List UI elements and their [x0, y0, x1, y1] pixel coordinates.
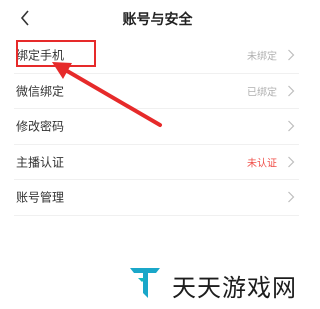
highlight-box	[16, 40, 96, 67]
watermark-text: 天天游戏网	[172, 274, 297, 302]
row-label: 修改密码	[16, 119, 65, 134]
chevron-right-icon	[288, 120, 295, 132]
row-label: 微信绑定	[16, 84, 65, 99]
chevron-right-icon	[288, 85, 295, 97]
status-text: 未绑定	[247, 51, 277, 63]
row-streamer-verification[interactable]: 主播认证 未认证	[14, 145, 299, 180]
watermark: 天天游戏网	[126, 262, 311, 302]
row-wechat-binding[interactable]: 微信绑定 已绑定	[14, 74, 299, 109]
page-title: 账号与安全	[122, 12, 193, 28]
top-bar: 账号与安全	[0, 0, 315, 38]
chevron-right-icon	[288, 156, 295, 168]
chevron-right-icon	[288, 191, 295, 203]
row-change-password[interactable]: 修改密码	[14, 109, 299, 145]
row-account-management[interactable]: 账号管理	[14, 180, 299, 216]
status-text: 已绑定	[247, 87, 277, 99]
chevron-right-icon	[288, 49, 295, 61]
tiantian-logo-icon	[130, 268, 160, 298]
row-label: 主播认证	[16, 155, 65, 170]
status-text: 未认证	[247, 158, 277, 170]
row-label: 账号管理	[16, 190, 65, 205]
